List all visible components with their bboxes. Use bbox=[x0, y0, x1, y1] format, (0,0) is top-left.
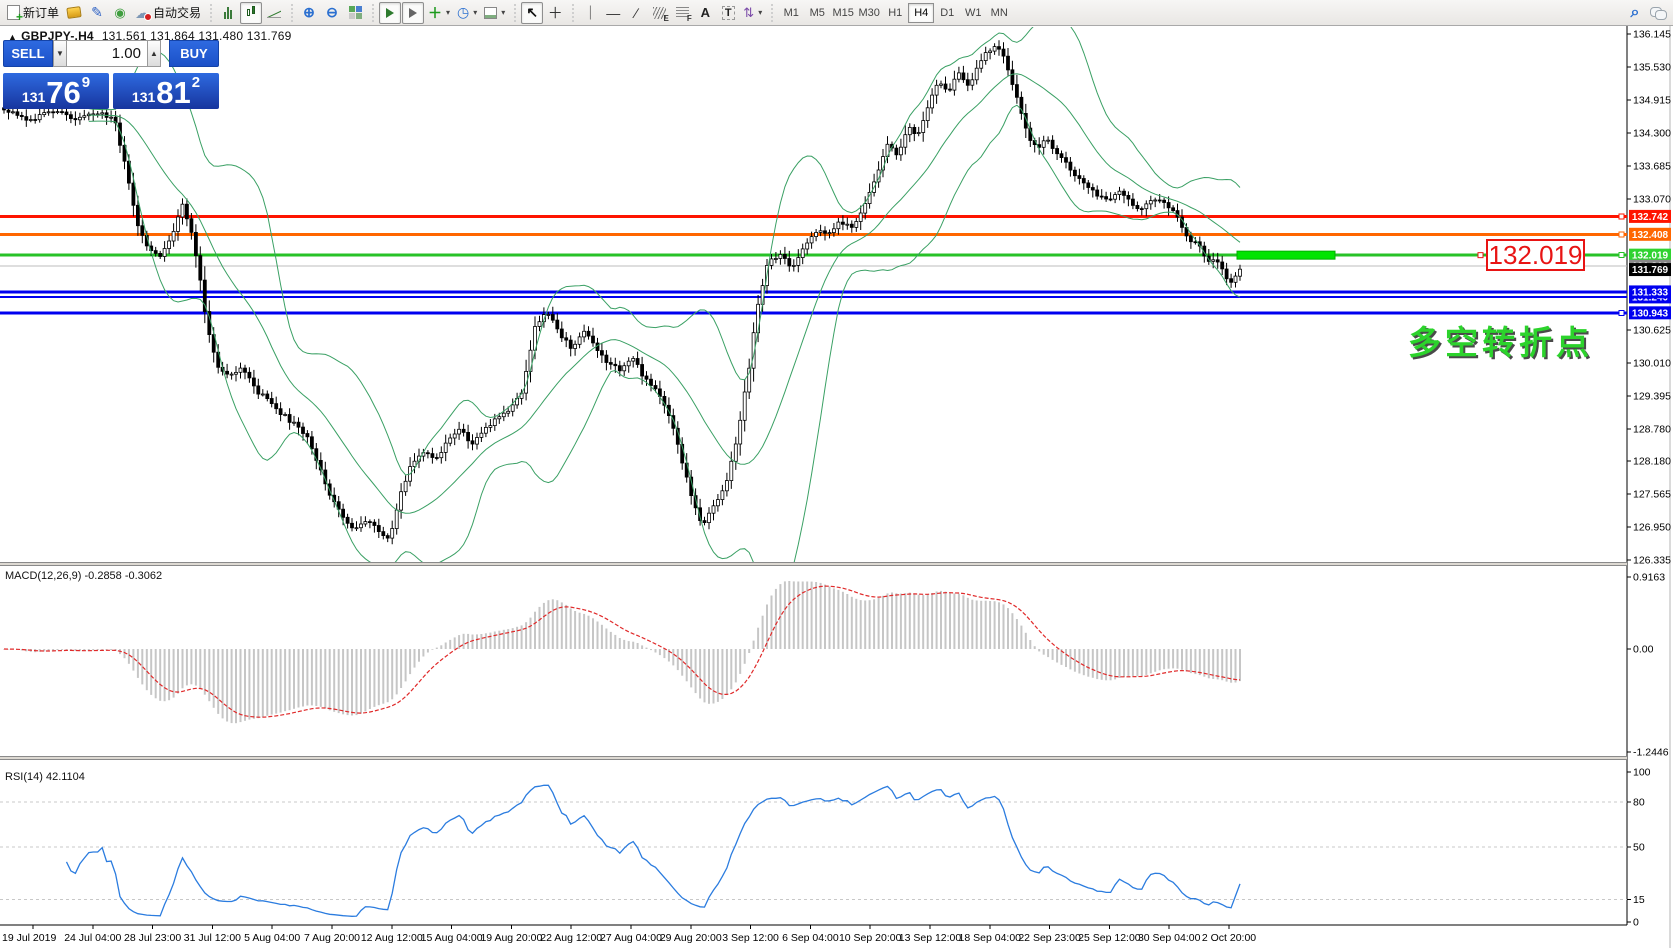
svg-text:129.395: 129.395 bbox=[1633, 390, 1671, 402]
rsi-value: 42.1104 bbox=[46, 771, 85, 783]
svg-text:50: 50 bbox=[1633, 842, 1645, 854]
svg-text:134.915: 134.915 bbox=[1633, 94, 1671, 106]
svg-text:133.685: 133.685 bbox=[1633, 160, 1671, 172]
svg-text:27 Aug 04:00: 27 Aug 04:00 bbox=[600, 932, 662, 944]
svg-text:135.530: 135.530 bbox=[1633, 61, 1671, 73]
svg-text:134.300: 134.300 bbox=[1633, 127, 1671, 139]
green-highlight-marker bbox=[1237, 251, 1335, 259]
svg-text:130.943: 130.943 bbox=[1632, 308, 1669, 319]
svg-text:128.780: 128.780 bbox=[1633, 423, 1671, 435]
svg-text:22 Sep 23:00: 22 Sep 23:00 bbox=[1018, 932, 1081, 944]
svg-text:126.335: 126.335 bbox=[1633, 554, 1671, 566]
svg-text:132.742: 132.742 bbox=[1632, 212, 1669, 223]
chart-canvas: 136.145 135.530 134.915 134.300 133.685 133.0… bbox=[0, 0, 1673, 948]
annotation-text: 多空转折点 bbox=[1408, 316, 1593, 364]
svg-text:-1.2446: -1.2446 bbox=[1633, 747, 1669, 759]
svg-text:30 Sep 04:00: 30 Sep 04:00 bbox=[1138, 932, 1201, 944]
svg-text:131.769: 131.769 bbox=[1632, 265, 1669, 276]
svg-text:15: 15 bbox=[1633, 894, 1645, 906]
sell-button[interactable]: SELL bbox=[3, 40, 53, 67]
horizontal-lines bbox=[0, 214, 1627, 315]
svg-text:10 Sep 20:00: 10 Sep 20:00 bbox=[839, 932, 902, 944]
buy-price-big: 81 bbox=[156, 79, 190, 107]
svg-text:18 Sep 04:00: 18 Sep 04:00 bbox=[959, 932, 1022, 944]
rsi-label: RSI(14) 42.1104 bbox=[5, 771, 85, 783]
svg-text:128.180: 128.180 bbox=[1633, 455, 1671, 467]
svg-text:24 Jul 04:00: 24 Jul 04:00 bbox=[64, 932, 121, 944]
svg-text:0.00: 0.00 bbox=[1633, 644, 1654, 656]
sell-price-panel[interactable]: 131 76 9 bbox=[3, 73, 109, 109]
svg-text:28 Jul 23:00: 28 Jul 23:00 bbox=[124, 932, 181, 944]
svg-text:7 Aug 20:00: 7 Aug 20:00 bbox=[304, 932, 360, 944]
svg-text:31 Jul 12:00: 31 Jul 12:00 bbox=[184, 932, 241, 944]
svg-text:0.9163: 0.9163 bbox=[1633, 572, 1665, 584]
svg-text:29 Aug 20:00: 29 Aug 20:00 bbox=[660, 932, 722, 944]
application-window: 新订单 ✎ ◉ ☁ 自动交易 ⊕ ⊖ ＋▾ ◷▾ bbox=[0, 0, 1673, 948]
svg-text:131.333: 131.333 bbox=[1632, 287, 1669, 298]
macd-label: MACD(12,26,9) -0.2858 -0.3062 bbox=[5, 570, 162, 582]
svg-text:130.625: 130.625 bbox=[1633, 324, 1671, 336]
macd-axis: 0.9163 0.00 -1.2446 bbox=[1627, 572, 1669, 759]
svg-text:130.010: 130.010 bbox=[1633, 357, 1671, 369]
sell-price-pip: 9 bbox=[82, 74, 90, 91]
svg-text:127.565: 127.565 bbox=[1633, 488, 1671, 500]
callout-anchor bbox=[1478, 253, 1483, 258]
svg-text:3 Sep 12:00: 3 Sep 12:00 bbox=[722, 932, 779, 944]
buy-price-panel[interactable]: 131 81 2 bbox=[113, 73, 219, 109]
buy-price-prefix: 131 bbox=[132, 89, 155, 105]
svg-text:126.950: 126.950 bbox=[1633, 521, 1671, 533]
svg-text:100: 100 bbox=[1633, 767, 1651, 779]
svg-text:136.145: 136.145 bbox=[1633, 29, 1671, 41]
svg-text:13 Sep 12:00: 13 Sep 12:00 bbox=[899, 932, 962, 944]
svg-text:15 Aug 04:00: 15 Aug 04:00 bbox=[421, 932, 483, 944]
price-badge: 132.019 bbox=[1629, 249, 1671, 262]
svg-text:25 Sep 12:00: 25 Sep 12:00 bbox=[1078, 932, 1141, 944]
buy-price-pip: 2 bbox=[192, 74, 200, 91]
panel-frame bbox=[0, 26, 1670, 948]
svg-text:22 Aug 12:00: 22 Aug 12:00 bbox=[540, 932, 602, 944]
svg-text:19 Jul 2019: 19 Jul 2019 bbox=[2, 932, 56, 944]
macd-signal-line bbox=[4, 586, 1240, 717]
price-badge: 132.408 bbox=[1629, 228, 1671, 241]
svg-text:80: 80 bbox=[1633, 797, 1645, 809]
svg-text:19 Aug 20:00: 19 Aug 20:00 bbox=[480, 932, 542, 944]
price-badge: 131.333 bbox=[1629, 285, 1671, 298]
price-callout-box[interactable]: 132.019 bbox=[1486, 239, 1585, 271]
macd-histogram bbox=[3, 581, 1241, 723]
svg-text:132.408: 132.408 bbox=[1632, 230, 1669, 241]
sell-price-big: 76 bbox=[46, 79, 80, 107]
svg-text:2 Oct 20:00: 2 Oct 20:00 bbox=[1202, 932, 1256, 944]
time-axis: 19 Jul 2019 24 Jul 04:0028 Jul 23:0031 Ju… bbox=[2, 925, 1256, 944]
buy-button[interactable]: BUY bbox=[169, 40, 219, 67]
svg-text:133.070: 133.070 bbox=[1633, 193, 1671, 205]
price-badge: 130.943 bbox=[1629, 306, 1671, 319]
volume-input[interactable] bbox=[67, 40, 147, 67]
sell-price-prefix: 131 bbox=[22, 89, 45, 105]
volume-decrease-button[interactable]: ▼ bbox=[53, 40, 67, 67]
price-badge: 132.742 bbox=[1629, 210, 1671, 223]
rsi-axis: 100 80 50 15 0 bbox=[1627, 767, 1651, 929]
svg-text:0: 0 bbox=[1633, 917, 1639, 929]
rsi-levels bbox=[0, 802, 1627, 900]
volume-increase-button[interactable]: ▲ bbox=[147, 40, 161, 67]
rsi-line bbox=[67, 785, 1241, 916]
chart-area[interactable]: 136.145 135.530 134.915 134.300 133.685 133.0… bbox=[0, 0, 1673, 948]
svg-text:5 Aug 04:00: 5 Aug 04:00 bbox=[244, 932, 300, 944]
svg-text:6 Sep 04:00: 6 Sep 04:00 bbox=[782, 932, 839, 944]
one-click-trading-panel: SELL ▼ ▲ BUY 131 76 9 131 81 2 bbox=[3, 40, 219, 109]
svg-text:12 Aug 12:00: 12 Aug 12:00 bbox=[361, 932, 423, 944]
price-badge: 131.769 bbox=[1629, 263, 1671, 276]
macd-values: -0.2858 -0.3062 bbox=[84, 570, 162, 582]
